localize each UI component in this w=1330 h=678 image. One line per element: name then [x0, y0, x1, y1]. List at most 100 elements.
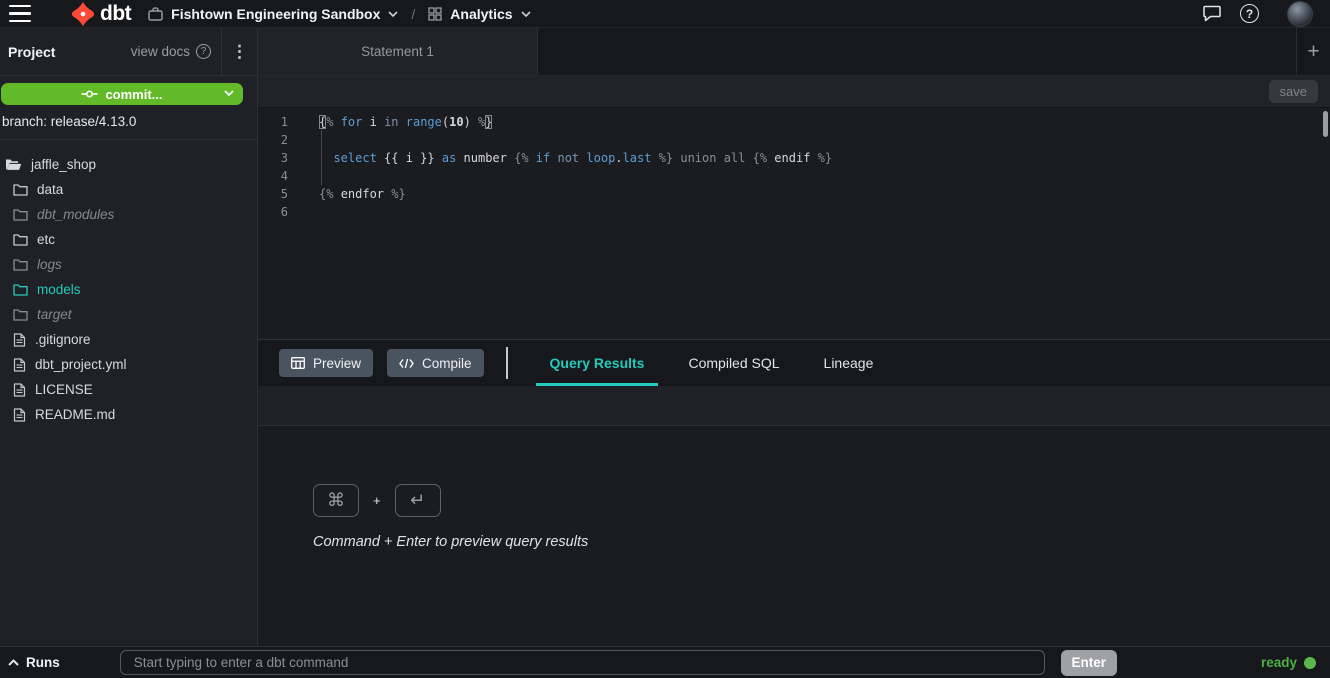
help-icon[interactable]: ?: [1240, 4, 1259, 23]
code-line-5[interactable]: {% endfor %}: [319, 185, 1330, 203]
editor-scrollbar[interactable]: [1323, 111, 1328, 137]
branch-label: branch: release/4.13.0: [2, 114, 257, 129]
code-token: as: [442, 151, 456, 165]
tab-label: Statement 1: [361, 44, 434, 59]
tree-item-logs[interactable]: logs: [0, 252, 257, 277]
code-token: if: [536, 151, 550, 165]
runs-toggle[interactable]: Runs: [8, 655, 60, 670]
code-token: endif: [774, 151, 810, 165]
tab-statement-1[interactable]: Statement 1: [258, 28, 538, 75]
tree-item-label: dbt_modules: [37, 207, 114, 222]
code-token: {%: [753, 151, 775, 165]
tree-item-target[interactable]: target: [0, 302, 257, 327]
toolbar-divider: [506, 347, 508, 379]
tab-lineage[interactable]: Lineage: [810, 340, 888, 386]
line-number: 2: [258, 131, 288, 149]
dbt-logo: dbt: [70, 1, 131, 27]
help-circle-icon: ?: [196, 44, 211, 59]
file-icon: [13, 333, 26, 347]
avatar[interactable]: [1287, 1, 1313, 27]
folder-icon: [13, 258, 28, 271]
code-token: endfor: [341, 187, 384, 201]
commit-button[interactable]: commit...: [1, 83, 243, 105]
view-docs-label: view docs: [131, 44, 190, 59]
editor-panel: Statement 1 + save 123456 {% for i in ra…: [258, 28, 1330, 646]
code-token: {{ i }}: [377, 151, 442, 165]
chat-icon[interactable]: [1202, 4, 1222, 23]
view-docs-link[interactable]: view docs ?: [131, 44, 211, 59]
editor-toolbar: save: [258, 76, 1330, 108]
status-text: ready: [1261, 655, 1297, 670]
sidebar-header: Project view docs ? ⋮: [0, 28, 257, 76]
tree-item-label: logs: [37, 257, 62, 272]
code-token: %: [326, 115, 340, 129]
new-tab-button[interactable]: +: [1296, 28, 1330, 75]
commit-section: commit... branch: release/4.13.0: [0, 76, 257, 140]
code-token: i: [362, 115, 384, 129]
code-line-6[interactable]: [319, 203, 1330, 221]
code-content[interactable]: {% for i in range(10) %} select {{ i }} …: [300, 108, 1330, 339]
code-line-2[interactable]: [319, 131, 1330, 149]
line-number: 1: [258, 113, 288, 131]
tab-query-results[interactable]: Query Results: [536, 340, 659, 386]
breadcrumb-separator: /: [411, 6, 415, 22]
help-glyph: ?: [1246, 7, 1253, 21]
code-icon: [399, 358, 414, 369]
code-line-1[interactable]: {% for i in range(10) %}: [319, 113, 1330, 131]
status-bar: Runs Enter ready: [0, 646, 1330, 678]
compile-button[interactable]: Compile: [387, 349, 484, 377]
dbt-command-input[interactable]: [120, 650, 1045, 675]
tree-item-label: .gitignore: [35, 332, 91, 347]
code-token: [810, 151, 817, 165]
return-key-icon: ↵: [395, 484, 441, 517]
commit-button-label: commit...: [105, 87, 162, 102]
code-editor[interactable]: 123456 {% for i in range(10) %} select {…: [258, 108, 1330, 340]
line-number-gutter: 123456: [258, 108, 300, 339]
tree-item-gitignore[interactable]: .gitignore: [0, 327, 257, 352]
line-number: 3: [258, 149, 288, 167]
project-sidebar: Project view docs ? ⋮: [0, 28, 258, 646]
code-token: %}: [391, 187, 405, 201]
results-header-strip: [258, 386, 1330, 426]
kebab-menu-icon[interactable]: ⋮: [221, 28, 257, 75]
tree-item-license[interactable]: LICENSE: [0, 377, 257, 402]
code-line-4[interactable]: [319, 167, 1330, 185]
top-bar: dbt Fishtown Engineering Sandbox / Analy…: [0, 0, 1330, 28]
indent-guide: [321, 130, 322, 185]
tree-item-etc[interactable]: etc: [0, 227, 257, 252]
hamburger-menu-icon[interactable]: [9, 5, 33, 23]
preview-button-label: Preview: [313, 356, 361, 371]
project-selector[interactable]: Analytics: [428, 6, 530, 22]
tree-item-readme-md[interactable]: README.md: [0, 402, 257, 427]
project-name: Analytics: [450, 6, 512, 22]
code-token: {%: [319, 187, 341, 201]
shortcut-hint: ⌘ + ↵: [313, 484, 1330, 517]
preview-button[interactable]: Preview: [279, 349, 373, 377]
code-token: }: [485, 115, 492, 129]
enter-button[interactable]: Enter: [1061, 650, 1117, 676]
tree-item-dbt-modules[interactable]: dbt_modules: [0, 202, 257, 227]
code-token: [399, 115, 406, 129]
code-token: ): [464, 115, 478, 129]
grid-icon: [428, 7, 442, 21]
compile-button-label: Compile: [422, 356, 472, 371]
plus-separator: +: [373, 493, 381, 508]
code-token: last: [623, 151, 652, 165]
code-token: 10: [449, 115, 463, 129]
tree-item-data[interactable]: data: [0, 177, 257, 202]
file-tree: jaffle_shopdata dbt_modulesetc logs modelst…: [0, 140, 257, 427]
code-token: %}: [818, 151, 832, 165]
tree-item-label: etc: [37, 232, 55, 247]
folder-icon: [13, 308, 28, 321]
tree-item-dbt-project-yml[interactable]: dbt_project.yml: [0, 352, 257, 377]
tree-item-models[interactable]: models: [0, 277, 257, 302]
workspace-name: Fishtown Engineering Sandbox: [171, 6, 380, 22]
file-icon: [13, 358, 26, 372]
code-line-3[interactable]: select {{ i }} as number {% if not loop.…: [319, 149, 1330, 167]
tab-compiled-sql[interactable]: Compiled SQL: [674, 340, 793, 386]
connection-status: ready: [1261, 655, 1316, 670]
tree-item-label: jaffle_shop: [31, 157, 96, 172]
workspace-selector[interactable]: Fishtown Engineering Sandbox: [148, 6, 398, 22]
tree-item-jaffle-shop[interactable]: jaffle_shop: [0, 152, 257, 177]
save-button[interactable]: save: [1269, 80, 1318, 103]
